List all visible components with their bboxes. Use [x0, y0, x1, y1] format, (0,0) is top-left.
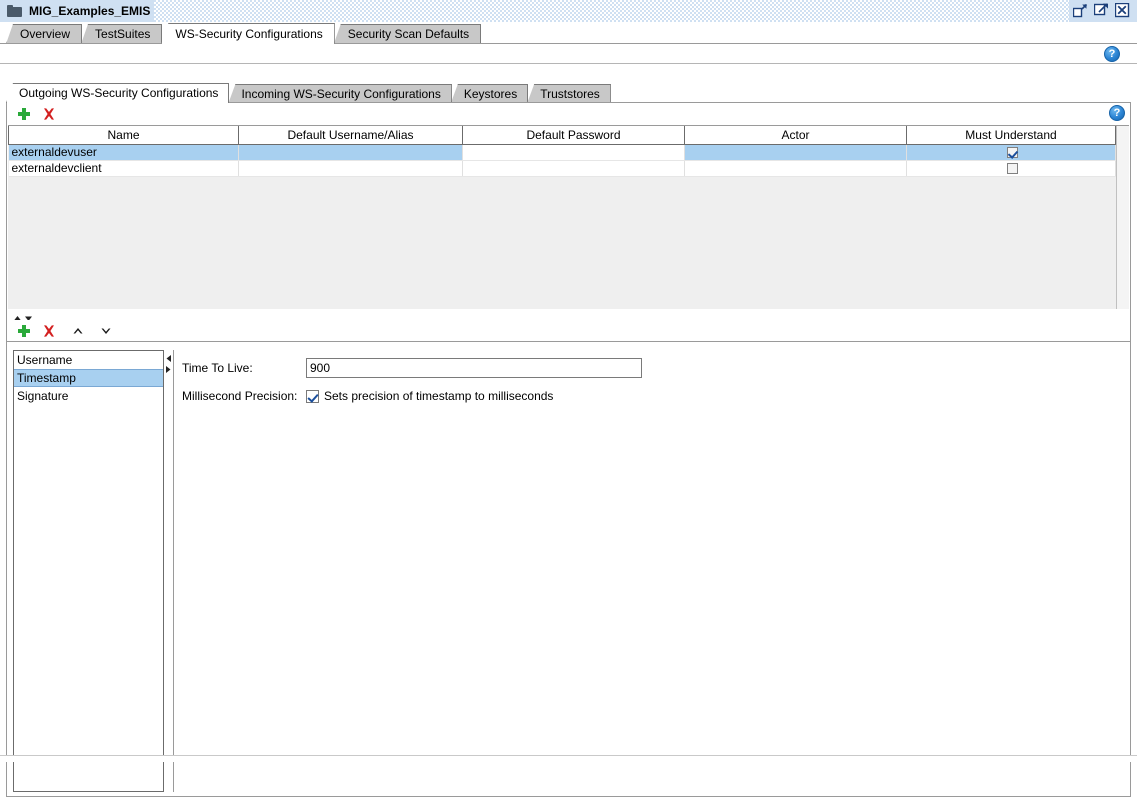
tab-overview[interactable]: Overview [6, 24, 83, 44]
must-understand-checkbox[interactable] [1007, 147, 1018, 159]
column-header-must-understand[interactable]: Must Understand [906, 126, 1116, 145]
close-button[interactable] [1115, 3, 1130, 18]
tab-ws-security-configurations[interactable]: WS-Security Configurations [161, 23, 335, 44]
timestamp-entry-form: Time To Live: Millisecond Precision: Set… [173, 350, 1124, 792]
collapse-right-icon[interactable] [165, 363, 172, 373]
millisecond-precision-label: Millisecond Precision: [182, 389, 298, 403]
entries-list[interactable]: Username Timestamp Signature [13, 350, 164, 792]
configurations-tabstrip: Outgoing WS-Security Configurations Inco… [6, 83, 611, 103]
panel-help-bar: ? [0, 44, 1137, 64]
column-header-actor[interactable]: Actor [684, 126, 907, 145]
cell-default-username[interactable] [238, 160, 463, 177]
vertical-splitter[interactable] [164, 350, 172, 794]
help-icon-top[interactable]: ? [1104, 46, 1120, 62]
outgoing-configurations-panel: ? Name Default Username/Alias Default Pa… [6, 102, 1131, 317]
cell-name[interactable]: externaldevclient [8, 160, 239, 177]
tab-truststores[interactable]: Truststores [527, 84, 611, 103]
collapse-left-icon[interactable] [165, 352, 172, 362]
millisecond-precision-text: Sets precision of timestamp to milliseco… [324, 389, 554, 403]
cell-must-understand[interactable] [906, 160, 1116, 177]
configurations-table-scrollbar[interactable] [1116, 126, 1129, 314]
cell-actor[interactable] [684, 144, 907, 161]
maximize-button[interactable] [1094, 3, 1109, 18]
list-item[interactable]: Username [14, 351, 163, 369]
add-configuration-button[interactable] [16, 106, 32, 122]
millisecond-precision-checkbox[interactable] [306, 389, 319, 403]
title-bar-pattern [154, 0, 1069, 22]
configurations-table: Name Default Username/Alias Default Pass… [8, 126, 1116, 177]
column-header-default-password[interactable]: Default Password [462, 126, 685, 145]
table-header-row: Name Default Username/Alias Default Pass… [8, 126, 1116, 145]
wss-entries-panel: Username Timestamp Signature Time To Liv… [6, 320, 1131, 797]
tab-security-scan-defaults[interactable]: Security Scan Defaults [333, 24, 482, 44]
cell-actor[interactable] [684, 160, 907, 177]
tab-outgoing-ws-security-configurations[interactable]: Outgoing WS-Security Configurations [6, 83, 230, 103]
window-title-bar: MIG_Examples_EMIS [0, 0, 1137, 22]
horizontal-splitter[interactable] [6, 309, 1131, 321]
time-to-live-row: Time To Live: [182, 358, 1124, 378]
table-row[interactable]: externaldevclient [8, 160, 1116, 177]
configurations-toolbar: ? [7, 103, 1130, 125]
collapse-up-icon[interactable] [13, 311, 22, 321]
time-to-live-input[interactable] [306, 358, 642, 378]
configurations-table-wrapper: Name Default Username/Alias Default Pass… [8, 125, 1129, 315]
cell-name[interactable]: externaldevuser [8, 144, 239, 161]
move-entry-down-button[interactable] [99, 324, 113, 338]
time-to-live-label: Time To Live: [182, 361, 253, 375]
restore-down-button[interactable] [1073, 3, 1088, 18]
cell-default-password[interactable] [462, 160, 685, 177]
tab-incoming-ws-security-configurations[interactable]: Incoming WS-Security Configurations [228, 84, 452, 103]
title-bar-left: MIG_Examples_EMIS [0, 0, 155, 22]
cell-default-username[interactable] [238, 144, 463, 161]
cell-default-password[interactable] [462, 144, 685, 161]
millisecond-precision-row: Millisecond Precision: Sets precision of… [182, 386, 1124, 406]
project-tabstrip: Overview TestSuites WS-Security Configur… [0, 22, 1137, 44]
cell-must-understand[interactable] [906, 144, 1116, 161]
delete-configuration-button[interactable] [41, 106, 57, 122]
add-entry-button[interactable] [16, 323, 32, 339]
help-icon-configurations[interactable]: ? [1109, 105, 1125, 121]
move-entry-up-button[interactable] [71, 324, 85, 338]
list-item[interactable]: Timestamp [14, 369, 163, 387]
window-bottom-edge [0, 755, 1137, 762]
table-row[interactable]: externaldevuser [8, 144, 1116, 161]
folder-icon [7, 4, 22, 17]
list-item[interactable]: Signature [14, 387, 163, 405]
entries-toolbar [7, 320, 1130, 342]
delete-entry-button[interactable] [41, 323, 57, 339]
window-controls [1069, 0, 1137, 22]
collapse-down-icon[interactable] [24, 311, 33, 321]
column-header-default-username[interactable]: Default Username/Alias [238, 126, 463, 145]
window-title: MIG_Examples_EMIS [29, 3, 151, 18]
column-header-name[interactable]: Name [8, 126, 239, 145]
must-understand-checkbox[interactable] [1007, 163, 1018, 175]
ws-security-configurations-panel: ? Outgoing WS-Security Configurations In… [0, 43, 1137, 797]
tab-testsuites[interactable]: TestSuites [81, 24, 163, 44]
tab-keystores[interactable]: Keystores [450, 84, 529, 103]
millisecond-precision-control: Sets precision of timestamp to milliseco… [306, 389, 553, 403]
